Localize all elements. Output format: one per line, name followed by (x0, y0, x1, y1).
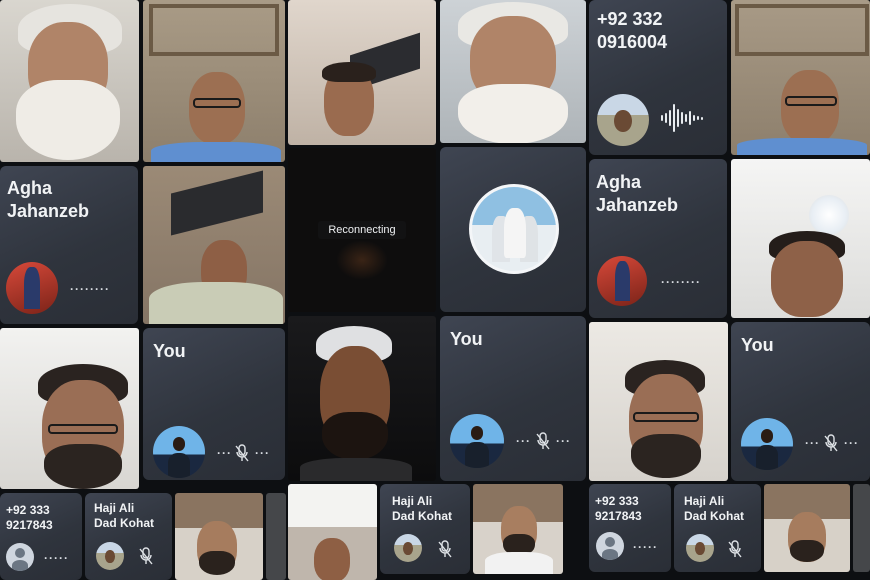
beard (631, 434, 701, 478)
avatar (597, 94, 649, 146)
more-indicator: ··· (516, 434, 531, 448)
mic-off-icon (824, 434, 838, 452)
shelf (149, 4, 279, 56)
self-card-you-1[interactable]: You ··· ··· (143, 328, 285, 480)
self-card-you-2[interactable]: You ··· ··· (440, 316, 586, 481)
hair (322, 62, 376, 82)
audio-wave-icon (661, 101, 703, 135)
participant-card-haji-ali-dad-kohat-3[interactable]: Haji Ali Dad Kohat (674, 484, 761, 572)
avatar (153, 426, 205, 478)
video-tile-participant-c[interactable] (143, 0, 285, 162)
avatar (6, 262, 58, 314)
beard (44, 444, 122, 489)
face (771, 241, 843, 317)
video-tile-participant-e[interactable] (288, 0, 436, 145)
participant-name: +92 333 9217843 (6, 503, 53, 532)
beard (199, 551, 235, 575)
speaking-indicator: ········ (661, 275, 701, 289)
glasses (193, 98, 241, 108)
glasses (633, 412, 699, 422)
avatar (741, 418, 793, 470)
video-tile-participant-b-2[interactable] (764, 484, 850, 572)
participant-name: +92 333 9217843 (595, 494, 642, 523)
participant-name: Haji Ali Dad Kohat (684, 494, 744, 523)
participant-name: Agha Jahanzeb (596, 172, 679, 215)
face (781, 70, 839, 144)
face (314, 538, 350, 580)
beard (322, 412, 388, 460)
participant-card-phone-1[interactable]: +92 333 9217843 ····· (0, 493, 82, 580)
mic-off-icon (235, 444, 249, 462)
participant-name: You (450, 329, 483, 349)
participant-name: Agha Jahanzeb (7, 178, 90, 221)
shirt (485, 552, 553, 574)
avatar (450, 414, 504, 468)
avatar (96, 542, 124, 570)
video-tile-participant-f[interactable] (288, 316, 436, 481)
more-indicator: ··· (217, 446, 232, 460)
video-tile-participant-h[interactable] (473, 484, 563, 574)
avatar (686, 534, 714, 562)
participant-card-haji-ali-dad-kohat[interactable]: Haji Ali Dad Kohat (85, 493, 172, 580)
participant-name: You (153, 341, 186, 361)
shirt (151, 142, 281, 162)
shirt (149, 282, 283, 324)
glasses (785, 96, 837, 106)
mic-off-icon (536, 432, 550, 450)
participant-name: Haji Ali Dad Kohat (94, 501, 154, 530)
beard (458, 84, 568, 143)
video-tile-edge-1[interactable] (266, 493, 286, 580)
participant-name: You (741, 335, 774, 355)
mic-off-icon (438, 540, 452, 558)
video-tile-elder-1[interactable] (0, 0, 139, 162)
video-tile-participant-g[interactable] (288, 484, 377, 580)
participant-name: Haji Ali Dad Kohat (392, 494, 452, 523)
overflow-indicator: ··· (556, 434, 571, 448)
overflow-indicator: ··· (255, 446, 270, 460)
avatar (394, 534, 422, 562)
reconnecting-status: Reconnecting (318, 221, 406, 239)
speaking-indicator: ········ (70, 282, 110, 296)
self-card-you-3[interactable]: You ··· ··· (731, 322, 870, 481)
mic-off-icon (728, 540, 742, 558)
participant-name: +92 332 0916004 (597, 9, 668, 52)
speaking-indicator: ····· (44, 551, 69, 565)
mic-off-icon (139, 547, 153, 565)
participant-card-agha-jahanzeb-2[interactable]: Agha Jahanzeb ········ (589, 159, 727, 318)
video-tile-participant-c-2[interactable] (731, 0, 870, 155)
beard (16, 80, 120, 160)
ceiling-light (809, 195, 849, 235)
glasses (48, 424, 118, 434)
shelf (735, 4, 869, 56)
video-tile-participant-i[interactable] (731, 159, 870, 318)
video-tile-participant-a[interactable] (0, 328, 139, 489)
participant-card-phone-top[interactable]: +92 332 0916004 (589, 0, 727, 155)
video-tile-elder-2[interactable] (440, 0, 586, 143)
video-tile-participant-d[interactable] (143, 166, 285, 324)
more-indicator: ··· (805, 436, 820, 450)
air-conditioner (171, 170, 263, 236)
speaking-indicator: ····· (633, 540, 658, 554)
participant-card-group-photo[interactable] (440, 147, 586, 312)
overflow-indicator: ··· (844, 436, 859, 450)
avatar (596, 532, 624, 560)
avatar (6, 543, 34, 571)
participant-card-haji-ali-dad-kohat-2[interactable]: Haji Ali Dad Kohat (380, 484, 470, 574)
face (189, 72, 245, 144)
participant-card-phone-2[interactable]: +92 333 9217843 ····· (589, 484, 671, 572)
blurred-face (336, 240, 388, 280)
beard (790, 540, 824, 562)
video-tile-participant-a-2[interactable] (589, 322, 728, 481)
participant-card-agha-jahanzeb[interactable]: Agha Jahanzeb ········ (0, 166, 138, 324)
shirt (300, 458, 412, 481)
shirt (737, 138, 867, 155)
video-tile-participant-b[interactable] (175, 493, 263, 580)
avatar (469, 184, 559, 274)
avatar (597, 256, 647, 306)
video-tile-edge-2[interactable] (853, 484, 870, 572)
